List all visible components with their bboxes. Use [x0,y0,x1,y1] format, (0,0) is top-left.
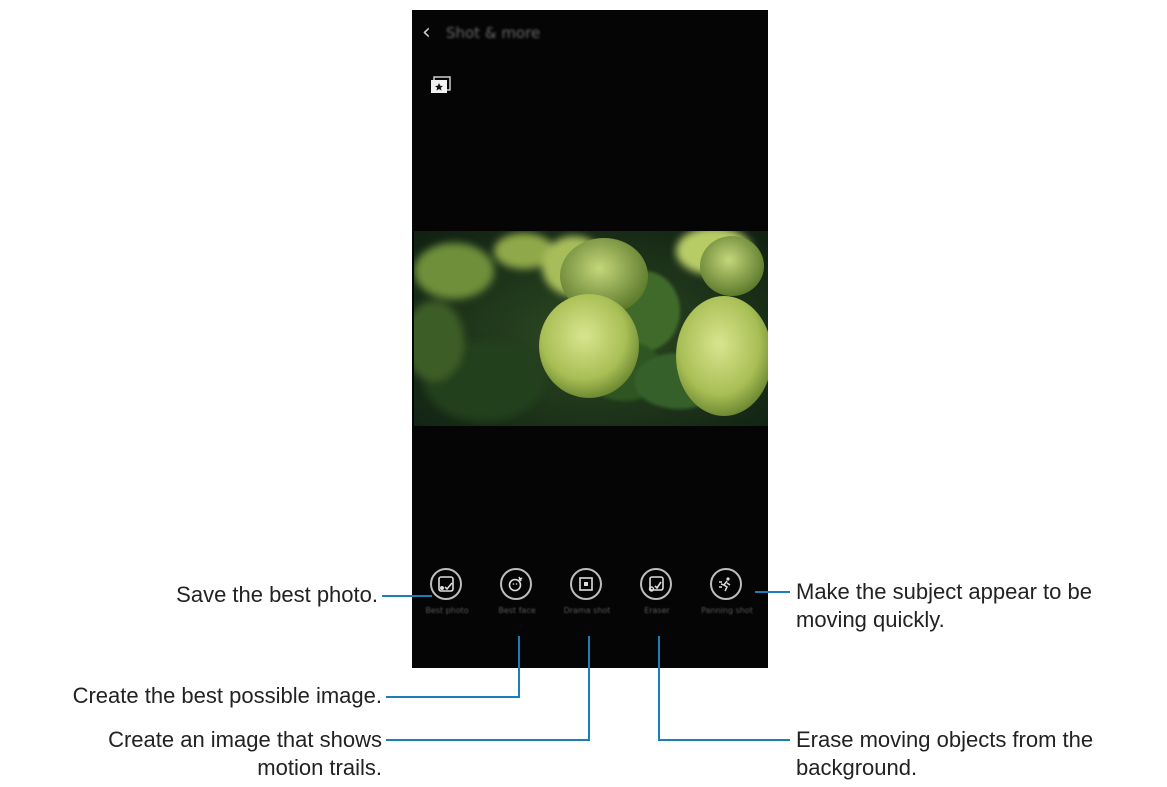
callout-eraser-line2: background. [796,755,918,780]
callout-panning-line1: Make the subject appear to be [796,579,1092,604]
mode-drama-shot[interactable]: Drama shot [552,566,622,626]
mode-label: Drama shot [563,606,611,615]
mode-best-photo[interactable]: Best photo [412,566,482,626]
preview-photo [414,231,768,426]
gallery-star-icon[interactable] [430,76,452,94]
eraser-icon [640,568,672,600]
drama-shot-icon [570,568,602,600]
mode-panning-shot[interactable]: Panning shot [692,566,762,626]
callout-drama-line2: motion trails. [257,755,382,780]
best-photo-icon [430,568,462,600]
phone-screen: ‹ Shot & more Best photo Best face Drama… [412,10,768,668]
callout-drama-shot: Create an image that shows motion trails… [20,726,382,782]
top-bar: ‹ Shot & more [412,10,768,58]
mode-label: Best face [498,606,536,615]
mode-label: Panning shot [701,606,753,615]
mode-best-face[interactable]: Best face [482,566,552,626]
callout-panning-shot: Make the subject appear to be moving qui… [796,578,1167,634]
callout-panning-line2: moving quickly. [796,607,945,632]
back-button[interactable]: ‹ [422,22,431,44]
mode-label: Eraser [644,606,670,615]
screen-title: Shot & more [446,24,541,42]
callout-best-photo: Save the best photo. [176,582,378,607]
mode-eraser[interactable]: Eraser [622,566,692,626]
mode-label: Best photo [425,606,469,615]
panning-shot-icon [710,568,742,600]
callout-best-face: Create the best possible image. [72,683,382,708]
callout-eraser-line1: Erase moving objects from the [796,727,1094,752]
shot-mode-bar: Best photo Best face Drama shot Eraser P… [412,566,768,666]
best-face-icon [500,568,532,600]
callout-eraser: Erase moving objects from the background… [796,726,1167,782]
callout-drama-line1: Create an image that shows [108,727,382,752]
